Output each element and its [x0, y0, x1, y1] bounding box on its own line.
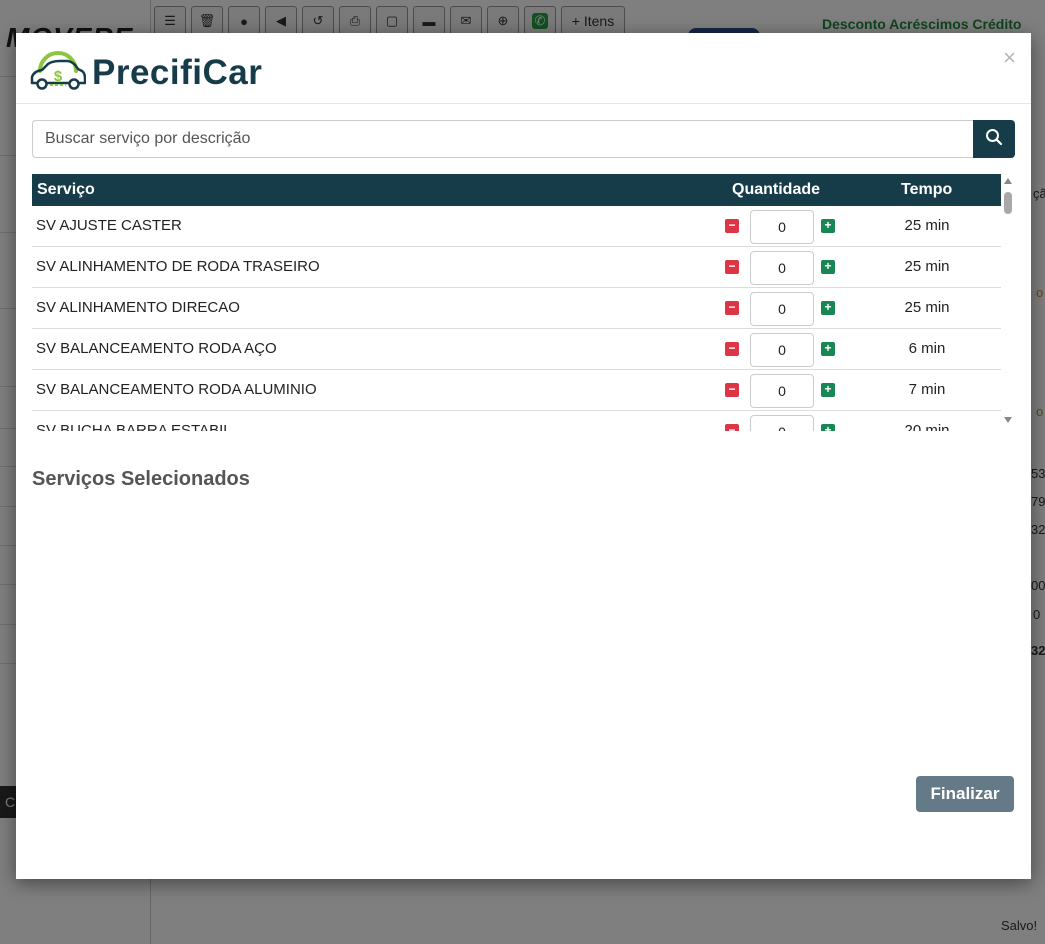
- service-name: SV AJUSTE CASTER: [36, 217, 182, 234]
- svg-text:$: $: [54, 68, 63, 85]
- scroll-down-arrow-icon[interactable]: [1004, 417, 1012, 423]
- decrease-quantity-button[interactable]: −: [725, 383, 739, 397]
- decrease-quantity-button[interactable]: −: [725, 301, 739, 315]
- increase-quantity-button[interactable]: +: [821, 260, 835, 274]
- quantity-input[interactable]: [750, 374, 814, 408]
- search-input[interactable]: [32, 120, 973, 158]
- service-time: 25 min: [904, 299, 950, 316]
- table-row: SV AJUSTE CASTER − + 25 min: [32, 206, 1015, 247]
- scrollbar-thumb[interactable]: [1004, 192, 1012, 214]
- decrease-quantity-button[interactable]: −: [725, 260, 739, 274]
- table-scrollbar[interactable]: [1001, 174, 1015, 431]
- quantity-input[interactable]: [750, 415, 814, 431]
- header-service: Serviço: [37, 181, 95, 198]
- search-button[interactable]: [973, 120, 1015, 158]
- search-icon: [985, 128, 1003, 151]
- increase-quantity-button[interactable]: +: [821, 383, 835, 397]
- service-time: 7 min: [908, 381, 946, 398]
- decrease-quantity-button[interactable]: −: [725, 424, 739, 431]
- quantity-input[interactable]: [750, 333, 814, 367]
- table-row: SV BALANCEAMENTO RODA ALUMINIO − + 7 min: [32, 370, 1015, 411]
- service-name: SV ALINHAMENTO DE RODA TRASEIRO: [36, 258, 320, 275]
- search-bar: [32, 120, 1015, 158]
- table-row: SV BUCHA BARRA ESTABIL − + 20 min: [32, 411, 1015, 431]
- service-name: SV BUCHA BARRA ESTABIL: [36, 422, 232, 431]
- selected-services-title: Serviços Selecionados: [32, 468, 250, 490]
- table-header: Serviço Quantidade Tempo: [32, 174, 1015, 206]
- table-row: SV ALINHAMENTO DIRECAO − + 25 min: [32, 288, 1015, 329]
- service-time: 20 min: [904, 422, 950, 431]
- finalize-button[interactable]: Finalizar: [916, 776, 1014, 812]
- close-button[interactable]: ×: [1003, 45, 1016, 71]
- scroll-up-arrow-icon[interactable]: [1004, 178, 1012, 184]
- quantity-input[interactable]: [750, 251, 814, 285]
- services-table: Serviço Quantidade Tempo SV AJUSTE CASTE…: [32, 174, 1015, 431]
- service-name: SV BALANCEAMENTO RODA ALUMINIO: [36, 381, 317, 398]
- brand: $ PrecifiCar: [30, 49, 262, 96]
- service-time: 6 min: [908, 340, 946, 357]
- increase-quantity-button[interactable]: +: [821, 219, 835, 233]
- service-time: 25 min: [904, 217, 950, 234]
- increase-quantity-button[interactable]: +: [821, 342, 835, 356]
- service-name: SV BALANCEAMENTO RODA AÇO: [36, 340, 277, 357]
- header-quantity: Quantidade: [732, 181, 821, 198]
- service-time: 25 min: [904, 258, 950, 275]
- increase-quantity-button[interactable]: +: [821, 301, 835, 315]
- car-dollar-logo-icon: $: [30, 49, 87, 96]
- service-name: SV ALINHAMENTO DIRECAO: [36, 299, 240, 316]
- decrease-quantity-button[interactable]: −: [725, 219, 739, 233]
- modal-header: $ PrecifiCar ×: [16, 33, 1031, 104]
- table-row: SV BALANCEAMENTO RODA AÇO − + 6 min: [32, 329, 1015, 370]
- precificar-modal: $ PrecifiCar × Serviço Quantidade Tempo …: [16, 33, 1031, 879]
- brand-name: PrecifiCar: [92, 52, 263, 92]
- decrease-quantity-button[interactable]: −: [725, 342, 739, 356]
- quantity-input[interactable]: [750, 292, 814, 326]
- increase-quantity-button[interactable]: +: [821, 424, 835, 431]
- header-time: Tempo: [901, 181, 953, 198]
- quantity-input[interactable]: [750, 210, 814, 244]
- table-row: SV ALINHAMENTO DE RODA TRASEIRO − + 25 m…: [32, 247, 1015, 288]
